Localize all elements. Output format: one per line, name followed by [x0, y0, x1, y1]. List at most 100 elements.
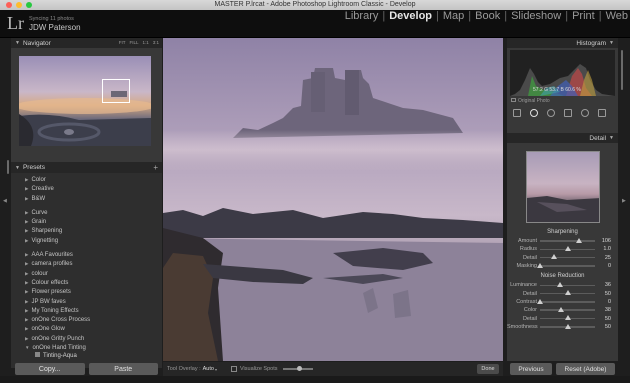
navigator-header[interactable]: ▼ Navigator FIT FILL 1:1 3:1 [11, 38, 162, 48]
slider-track[interactable] [540, 254, 595, 260]
done-button[interactable]: Done [477, 364, 499, 374]
zoom-3-1[interactable]: 3:1 [153, 40, 159, 45]
slider-value[interactable]: 36 [595, 282, 611, 288]
slider-value[interactable]: 106 [595, 238, 611, 244]
slider-thumb[interactable] [576, 237, 583, 243]
histogram-graph[interactable]: 57.2 G 53.7 B 60.6 % [510, 50, 615, 96]
collapse-left-arrow-icon[interactable]: ◀ [3, 198, 7, 204]
radial-filter-icon[interactable] [581, 109, 589, 117]
slider-value[interactable]: 1.0 [595, 246, 611, 252]
visualize-spots-checkbox[interactable] [230, 366, 237, 372]
preset-group[interactable]: ▶ Grain [11, 217, 162, 226]
slider-track[interactable] [537, 262, 595, 268]
slider-track[interactable] [540, 237, 595, 243]
visualize-spots-label: Visualize Spots [239, 366, 278, 372]
add-preset-icon[interactable]: + [153, 163, 158, 172]
slider-track[interactable] [540, 282, 595, 288]
module-print[interactable]: Print [570, 10, 597, 22]
preset-group[interactable]: ▼ onOne Hand Tinting [11, 343, 162, 352]
presets-header[interactable]: ▼ Presets + [11, 162, 162, 173]
preset-group[interactable]: ▶ Curve [11, 208, 162, 217]
slider-track[interactable] [540, 323, 595, 329]
histogram-title: Histogram [576, 39, 607, 47]
zoom-fill[interactable]: FILL [129, 40, 138, 45]
zoom-fit[interactable]: FIT [119, 40, 126, 45]
slider-thumb[interactable] [557, 306, 564, 312]
visualize-spots-slider[interactable] [283, 366, 314, 371]
paste-button[interactable]: Paste [88, 363, 158, 375]
preset-group[interactable]: ▶ Sharpening [11, 226, 162, 235]
preset-group[interactable]: ▶ JP BW faves [11, 297, 162, 306]
module-book[interactable]: Book [473, 10, 502, 22]
filmstrip-edge[interactable] [0, 376, 630, 383]
preset-group[interactable]: ▶ My Toning Effects [11, 306, 162, 315]
slider-row: Radius 1.0 [507, 245, 618, 253]
navigator-preview[interactable] [19, 56, 151, 146]
zoom-1-1[interactable]: 1:1 [142, 40, 148, 45]
preset-group[interactable]: ▶ Vignetting [11, 236, 162, 245]
slider-thumb[interactable] [564, 246, 571, 252]
slider-value[interactable]: 50 [595, 324, 611, 330]
preset-group[interactable]: ▶ Creative [11, 184, 162, 193]
slider-thumb[interactable] [564, 323, 571, 329]
develop-toolbar: Tool Overlay : Auto ▾ Visualize Spots Do… [163, 362, 503, 376]
detail-preview-image [527, 196, 599, 222]
slider-track[interactable] [540, 306, 595, 312]
slider-value[interactable]: 25 [595, 255, 611, 261]
slider-value[interactable]: 50 [595, 291, 611, 297]
module-library[interactable]: Library [343, 10, 381, 22]
slider-thumb[interactable] [556, 282, 563, 288]
slider-track[interactable] [540, 315, 595, 321]
module-develop[interactable]: Develop [387, 10, 434, 22]
slider-thumb[interactable] [537, 298, 543, 304]
slider-thumb[interactable] [537, 262, 543, 268]
slider-value[interactable]: 0 [595, 299, 611, 305]
reset-button[interactable]: Reset (Adobe) [556, 363, 615, 375]
slider-label: Contrast [516, 298, 537, 305]
navigator-zoom-box[interactable] [102, 79, 130, 103]
right-scrollbar[interactable] [621, 50, 623, 90]
preset-item[interactable]: Tinting-Aqua [11, 352, 162, 361]
tool-overlay-select[interactable]: Auto [203, 366, 214, 372]
preset-group[interactable]: ▶ Colour effects [11, 278, 162, 287]
slider-track[interactable] [537, 298, 595, 304]
slider-value[interactable]: 0 [595, 263, 611, 269]
slider-value[interactable]: 50 [595, 316, 611, 322]
preset-group[interactable]: ▶ B&W [11, 194, 162, 203]
preset-group[interactable]: ▶ onOne Glow [11, 324, 162, 333]
red-eye-tool-icon[interactable] [547, 109, 555, 117]
collapse-right-arrow-icon[interactable]: ▶ [622, 198, 626, 204]
spot-removal-tool-icon[interactable] [530, 109, 538, 117]
detail-preview[interactable] [526, 151, 600, 223]
slider-knob[interactable] [297, 366, 303, 371]
slider-value[interactable]: 38 [595, 307, 611, 313]
slider-thumb[interactable] [564, 315, 571, 321]
module-web[interactable]: Web [604, 10, 630, 22]
slider-track[interactable] [540, 246, 595, 252]
detail-header[interactable]: Detail ▼ [507, 133, 618, 143]
preset-group[interactable]: ▶ camera profiles [11, 259, 162, 268]
module-map[interactable]: Map [441, 10, 466, 22]
adjustment-brush-icon[interactable] [598, 109, 606, 117]
slider-track[interactable] [540, 290, 595, 296]
preset-group[interactable]: ▶ Color [11, 175, 162, 184]
slider-thumb[interactable] [550, 254, 557, 260]
crop-tool-icon[interactable] [513, 109, 521, 117]
right-panel-edge[interactable]: ▶ [618, 38, 630, 361]
module-slideshow[interactable]: Slideshow [509, 10, 563, 22]
sync-status[interactable]: Syncing 11 photos [29, 16, 74, 22]
graduated-filter-icon[interactable] [564, 109, 572, 117]
preset-group[interactable]: ▶ onOne Cross Process [11, 315, 162, 324]
navigator-title: Navigator [22, 39, 51, 47]
preset-group[interactable]: ▶ AAA Favourites [11, 250, 162, 259]
left-panel-edge[interactable]: ◀ [0, 38, 11, 361]
preset-group[interactable]: ▶ colour [11, 269, 162, 278]
left-scrollbar[interactable] [7, 160, 9, 174]
copy-button[interactable]: Copy... [15, 363, 85, 375]
histogram-header[interactable]: Histogram ▼ [507, 38, 618, 48]
main-photo-view[interactable] [163, 38, 503, 361]
preset-group[interactable]: ▶ onOne Gritty Punch [11, 334, 162, 343]
previous-button[interactable]: Previous [510, 363, 552, 375]
preset-group[interactable]: ▶ Flower presets [11, 287, 162, 296]
slider-thumb[interactable] [564, 290, 571, 296]
